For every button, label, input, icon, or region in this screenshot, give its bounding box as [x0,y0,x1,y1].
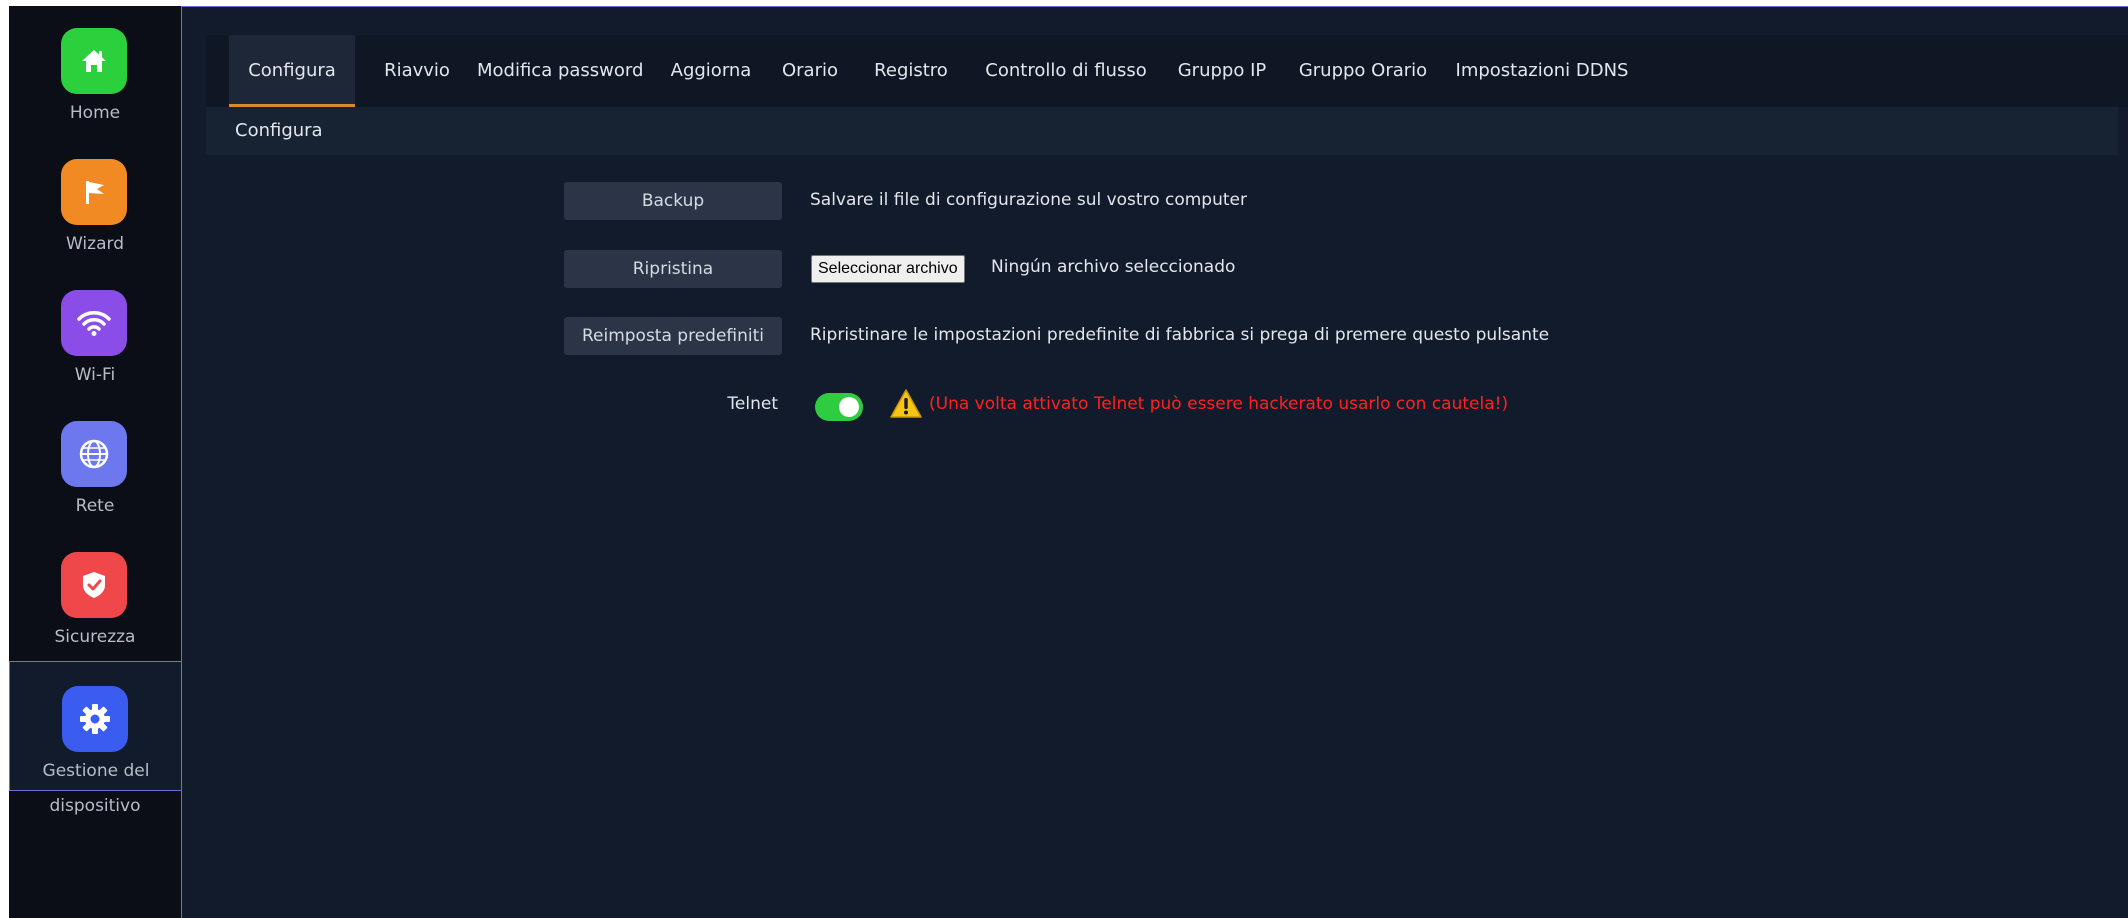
sidebar-item-label-continued: dispositivo [49,796,141,816]
flag-icon [61,159,127,225]
home-icon [61,28,127,94]
sidebar-item-wifi[interactable]: Wi-Fi [9,268,181,399]
backup-description: Salvare il file di configurazione sul vo… [810,190,1247,210]
sidebar-item-label: Gestione del [42,761,150,781]
tab-aggiorna[interactable]: Aggiorna [669,35,753,107]
sidebar-item-label: Rete [75,496,115,516]
tab-gruppo-orario[interactable]: Gruppo Orario [1294,35,1432,107]
file-status-text: Ningún archivo seleccionado [991,257,1236,277]
shield-icon [61,552,127,618]
sidebar-item-wizard[interactable]: Wizard [9,137,181,268]
sidebar-item-label: Wi-Fi [74,365,116,385]
breadcrumb-current: Configura [235,120,323,141]
telnet-warning-text: (Una volta attivato Telnet può essere ha… [929,394,1509,414]
choose-file-button[interactable]: Seleccionar archivo [811,255,965,283]
sidebar-item-rete[interactable]: Rete [9,399,181,530]
toggle-knob [839,397,859,417]
tab-registro[interactable]: Registro [868,35,954,107]
main-panel: Configura Riavvio Modifica password Aggi… [181,6,2128,918]
sidebar-item-label: Home [69,103,121,123]
sidebar-item-home[interactable]: Home [9,6,181,137]
router-admin-app: Home Wizard Wi-Fi Rete Sicurezza Gestion… [0,0,2128,918]
sidebar-item-sicurezza[interactable]: Sicurezza [9,530,181,661]
tab-configura[interactable]: Configura [229,35,355,107]
warning-icon [890,389,922,418]
tab-impostazioni-ddns[interactable]: Impostazioni DDNS [1454,35,1630,107]
tab-controllo-di-flusso[interactable]: Controllo di flusso [980,35,1152,107]
telnet-label: Telnet [727,394,778,414]
tab-riavvio[interactable]: Riavvio [382,35,452,107]
breadcrumb: Configura [206,107,2118,155]
tab-bar: Configura Riavvio Modifica password Aggi… [206,35,2128,107]
sidebar-item-label: Wizard [66,234,124,254]
globe-icon [61,421,127,487]
telnet-toggle[interactable] [815,393,863,421]
tab-orario[interactable]: Orario [776,35,844,107]
sidebar-item-gestione-dispositivo[interactable]: Gestione del [9,661,181,791]
tab-modifica-password[interactable]: Modifica password [477,35,643,107]
reset-description: Ripristinare le impostazioni predefinite… [810,325,1550,345]
tab-gruppo-ip[interactable]: Gruppo IP [1174,35,1270,107]
wifi-icon [61,290,127,356]
reset-defaults-button[interactable]: Reimposta predefiniti [564,317,782,355]
sidebar-item-label: Sicurezza [54,627,136,647]
backup-button[interactable]: Backup [564,182,782,220]
sidebar: Home Wizard Wi-Fi Rete Sicurezza Gestion… [9,6,181,918]
gear-icon [62,686,128,752]
restore-button[interactable]: Ripristina [564,250,782,288]
